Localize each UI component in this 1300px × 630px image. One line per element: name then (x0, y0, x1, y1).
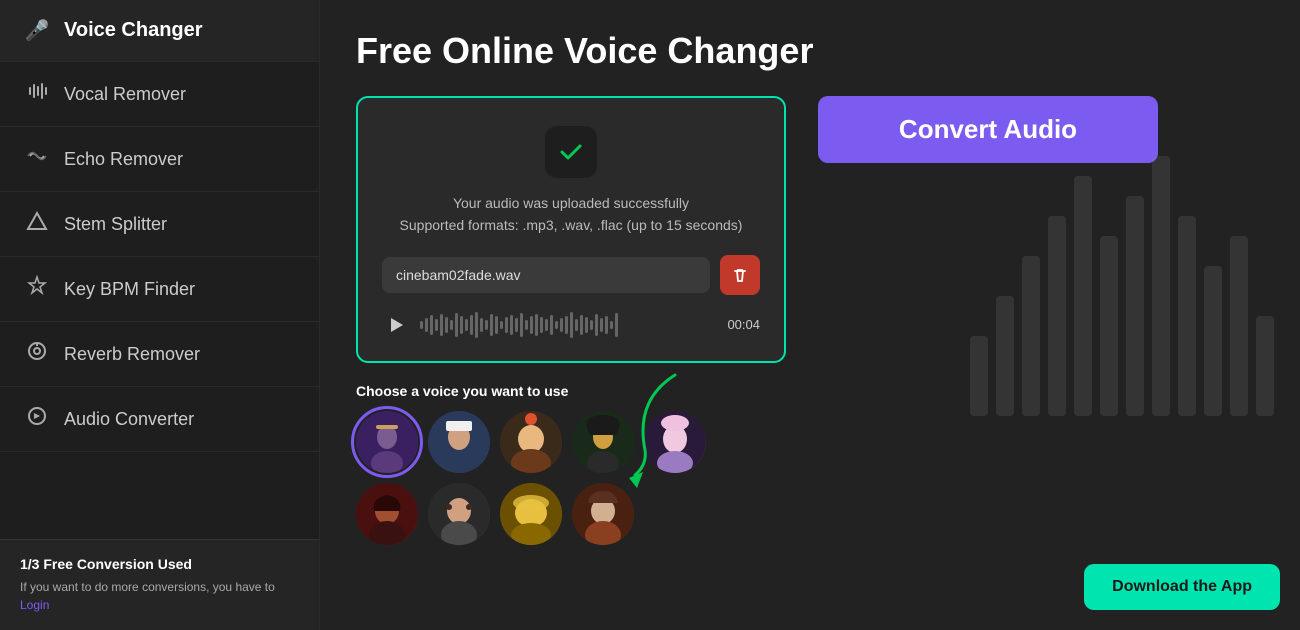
voice-avatar-2[interactable] (428, 411, 490, 473)
waveform (420, 311, 717, 339)
sidebar-label-voice-changer: Voice Changer (64, 19, 203, 42)
sidebar-item-voice-changer[interactable]: 🎤 Voice Changer (0, 0, 319, 62)
sidebar-item-reverb-remover[interactable]: Reverb Remover (0, 322, 319, 387)
audio-duration: 00:04 (727, 317, 760, 332)
sidebar-item-key-bpm[interactable]: Key BPM Finder (0, 257, 319, 322)
voice-avatar-8[interactable] (500, 483, 562, 545)
conversion-desc: If you want to do more conversions, you … (20, 578, 299, 614)
key-bpm-icon (24, 275, 50, 303)
voice-section: Choose a voice you want to use (356, 383, 786, 545)
sidebar-footer: 1/3 Free Conversion Used If you want to … (0, 539, 319, 630)
sidebar: 🎤 Voice Changer Vocal Remover Echo Remov… (0, 0, 320, 630)
voice-grid (356, 411, 786, 545)
audio-player: 00:04 (382, 311, 760, 339)
sidebar-label-stem-splitter: Stem Splitter (64, 214, 167, 235)
sidebar-label-reverb-remover: Reverb Remover (64, 344, 200, 365)
upload-section: Your audio was uploaded successfully Sup… (356, 96, 786, 545)
sidebar-item-stem-splitter[interactable]: Stem Splitter (0, 192, 319, 257)
sidebar-label-echo-remover: Echo Remover (64, 149, 183, 170)
reverb-icon (24, 340, 50, 368)
sidebar-item-vocal-remover[interactable]: Vocal Remover (0, 62, 319, 127)
voice-avatar-1[interactable] (356, 411, 418, 473)
sidebar-label-key-bpm: Key BPM Finder (64, 279, 195, 300)
voice-section-title: Choose a voice you want to use (356, 383, 786, 399)
download-app-button[interactable]: Download the App (1084, 564, 1280, 610)
upload-success-text: Your audio was uploaded successfully Sup… (382, 192, 760, 237)
voice-row-2 (356, 483, 786, 545)
file-row: cinebam02fade.wav (382, 255, 760, 295)
file-name: cinebam02fade.wav (382, 257, 710, 293)
main-content: Free Online Voice Changer Your audio was… (320, 0, 1300, 630)
echo-remover-icon (24, 145, 50, 173)
success-icon (545, 126, 597, 178)
play-button[interactable] (382, 311, 410, 339)
conversion-count-title: 1/3 Free Conversion Used (20, 556, 299, 572)
bg-waveform-decoration (970, 156, 1274, 416)
voice-avatar-9[interactable] (572, 483, 634, 545)
sidebar-label-vocal-remover: Vocal Remover (64, 84, 186, 105)
stem-splitter-icon (24, 210, 50, 238)
sidebar-item-echo-remover[interactable]: Echo Remover (0, 127, 319, 192)
voice-avatar-5[interactable] (644, 411, 706, 473)
vocal-remover-icon (24, 80, 50, 108)
upload-box: Your audio was uploaded successfully Sup… (356, 96, 786, 363)
voice-avatar-3[interactable] (500, 411, 562, 473)
convert-audio-button[interactable]: Convert Audio (818, 96, 1158, 163)
audio-converter-icon (24, 405, 50, 433)
delete-button[interactable] (720, 255, 760, 295)
sidebar-label-audio-converter: Audio Converter (64, 409, 194, 430)
voice-avatar-4[interactable] (572, 411, 634, 473)
voice-avatar-7[interactable] (428, 483, 490, 545)
mic-icon: 🎤 (24, 18, 50, 43)
login-link[interactable]: Login (20, 598, 49, 612)
voice-row-1 (356, 411, 786, 473)
right-panel: Convert Audio (818, 96, 1264, 183)
content-area: Your audio was uploaded successfully Sup… (356, 96, 1264, 545)
sidebar-item-audio-converter[interactable]: Audio Converter (0, 387, 319, 452)
voice-avatar-6[interactable] (356, 483, 418, 545)
page-title: Free Online Voice Changer (356, 30, 1264, 72)
